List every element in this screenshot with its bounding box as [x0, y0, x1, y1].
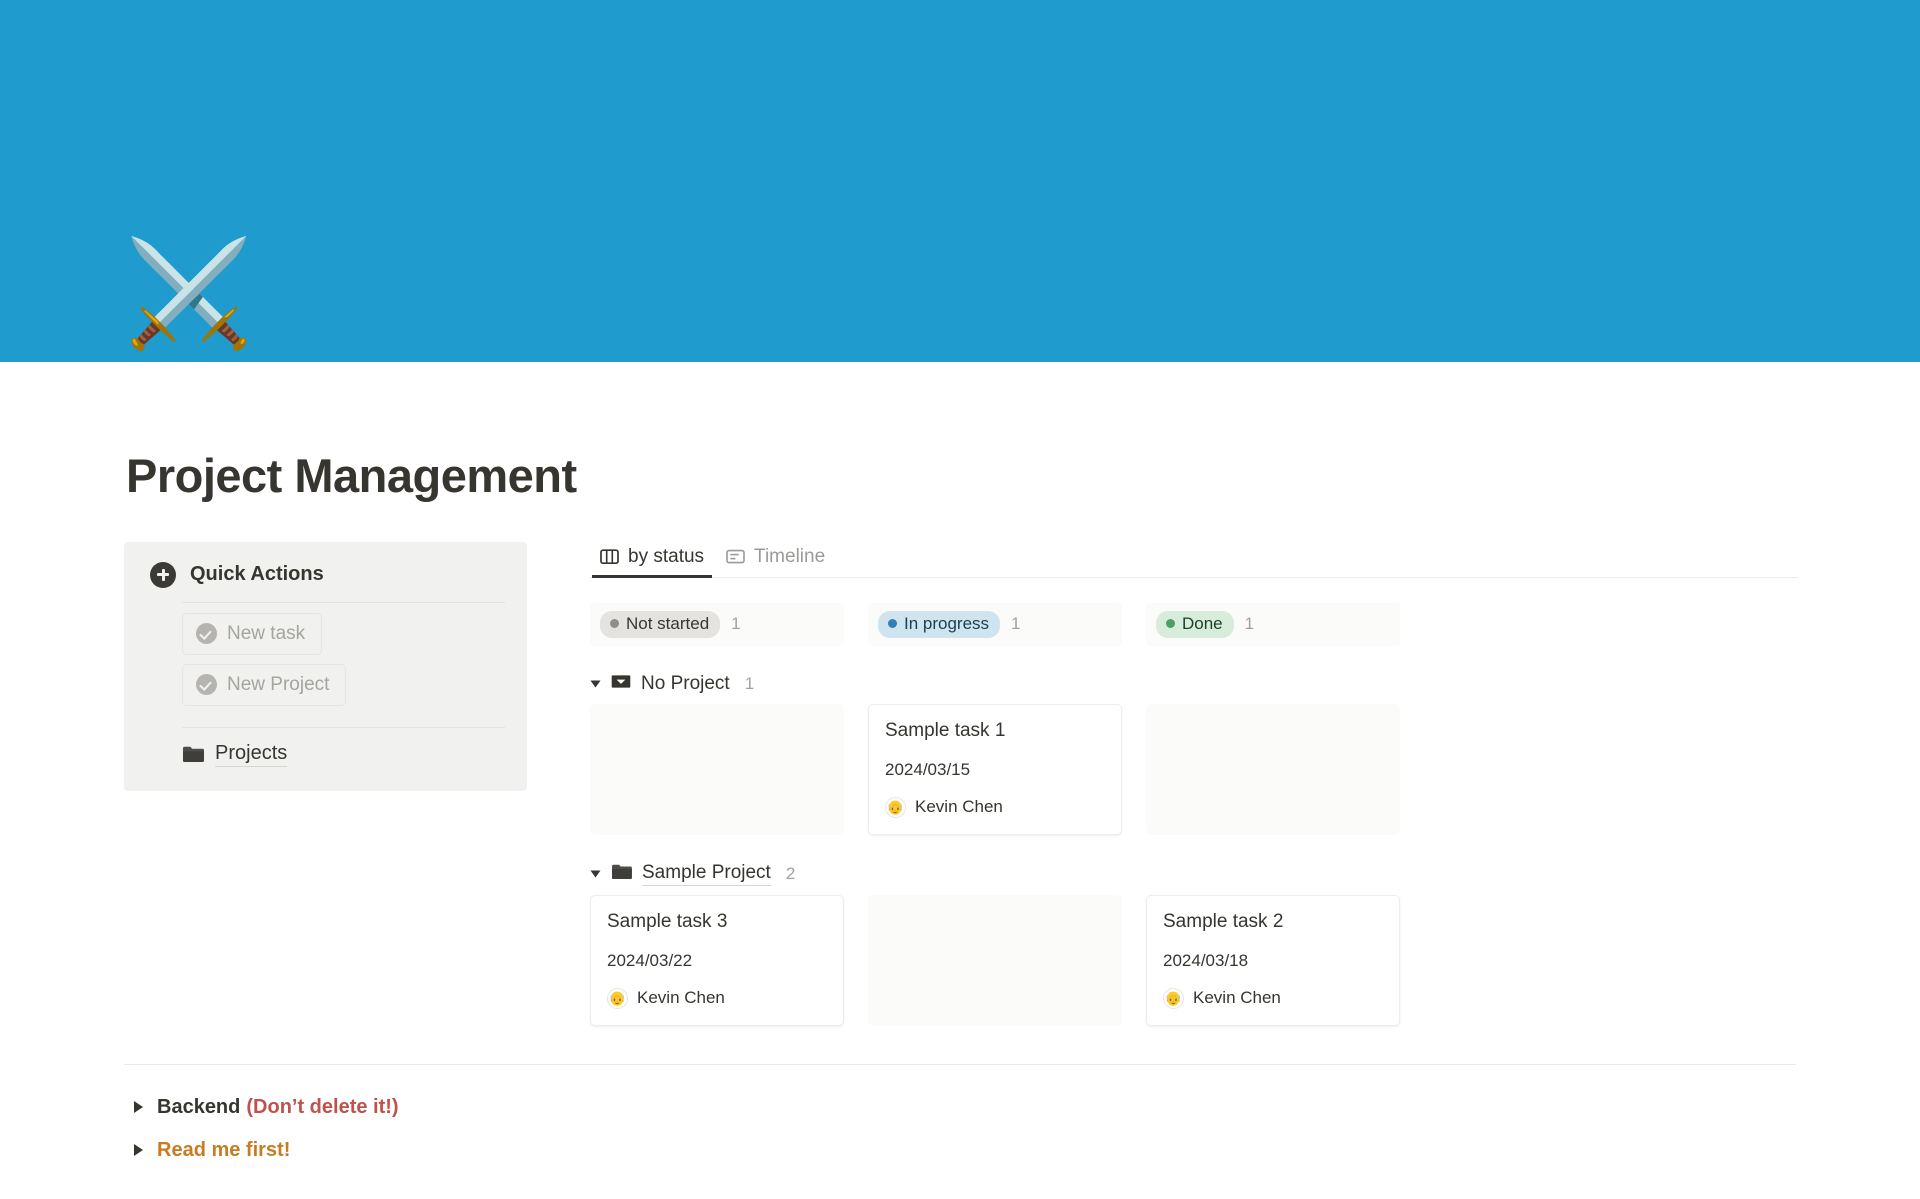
- new-task-button[interactable]: New task: [182, 613, 322, 655]
- avatar: 👴: [885, 797, 906, 818]
- lane-done[interactable]: Sample task 2 2024/03/18 👴 Kevin Chen: [1146, 895, 1400, 1026]
- task-title: Sample task 1: [885, 720, 1105, 742]
- toggle-read-me-first-label: Read me first!: [157, 1139, 290, 1162]
- task-date: 2024/03/15: [885, 760, 1105, 780]
- tab-by-status-label: by status: [628, 546, 704, 568]
- assignee-name: Kevin Chen: [915, 797, 1003, 817]
- toggle-read-me-first[interactable]: Read me first!: [124, 1134, 1796, 1167]
- group-count: 1: [745, 674, 754, 694]
- crossed-swords-icon[interactable]: ⚔️: [124, 242, 254, 346]
- quick-actions-title: Quick Actions: [190, 563, 324, 586]
- toggle-backend-label: Backend: [157, 1096, 240, 1119]
- toggle-backend[interactable]: Backend (Don’t delete it!): [124, 1091, 1796, 1124]
- toggle-backend-warning: (Don’t delete it!): [246, 1096, 398, 1119]
- status-dot-icon: [888, 619, 897, 628]
- quick-actions-panel: Quick Actions New task New Project: [124, 542, 527, 791]
- expand-triangle-icon[interactable]: [134, 1101, 143, 1113]
- collapse-triangle-icon[interactable]: [591, 870, 601, 877]
- lane-row-sample-project: Sample task 3 2024/03/22 👴 Kevin Chen Sa…: [590, 895, 1798, 1026]
- group-name[interactable]: Sample Project: [642, 862, 771, 886]
- page-title: Project Management: [0, 362, 1920, 502]
- expand-triangle-icon[interactable]: [134, 1144, 143, 1156]
- status-header-row: Not started 1 In progress 1 Done: [590, 603, 1798, 646]
- status-badge: Done: [1156, 611, 1234, 638]
- folder-icon: [182, 745, 204, 763]
- page-body: ⚔️ Project Management Quick Actions New …: [0, 362, 1920, 1167]
- task-title: Sample task 3: [607, 911, 827, 933]
- status-badge: Not started: [600, 611, 720, 638]
- new-task-label: New task: [227, 623, 305, 645]
- status-label: Done: [1182, 614, 1223, 634]
- folder-icon: [611, 863, 632, 885]
- lane-not-started[interactable]: [590, 704, 844, 835]
- lane-in-progress[interactable]: Sample task 1 2024/03/15 👴 Kevin Chen: [868, 704, 1122, 835]
- status-label: In progress: [904, 614, 989, 634]
- content-columns: Quick Actions New task New Project: [0, 502, 1920, 1026]
- board-columns-icon: [600, 548, 619, 565]
- timeline-icon: [726, 548, 745, 565]
- assignee-name: Kevin Chen: [1193, 988, 1281, 1008]
- projects-link-row[interactable]: Projects: [146, 742, 505, 767]
- view-tabs: by status Timeline: [590, 542, 1798, 578]
- task-date: 2024/03/22: [607, 951, 827, 971]
- page-cover-banner: [0, 0, 1920, 362]
- task-title: Sample task 2: [1163, 911, 1383, 933]
- projects-link-label[interactable]: Projects: [215, 742, 287, 767]
- status-count: 1: [1011, 614, 1020, 634]
- assignee-name: Kevin Chen: [637, 988, 725, 1008]
- status-badge: In progress: [878, 611, 1000, 638]
- task-assignee: 👴 Kevin Chen: [1163, 988, 1383, 1009]
- status-column-header[interactable]: Done 1: [1146, 603, 1400, 646]
- status-column-header[interactable]: Not started 1: [590, 603, 844, 646]
- lane-done[interactable]: [1146, 704, 1400, 835]
- task-assignee: 👴 Kevin Chen: [607, 988, 827, 1009]
- plus-circle-icon[interactable]: [150, 562, 176, 588]
- group-count: 2: [786, 864, 795, 884]
- lane-in-progress[interactable]: [868, 895, 1122, 1026]
- task-card[interactable]: Sample task 1 2024/03/15 👴 Kevin Chen: [868, 704, 1122, 835]
- quick-actions-divider-bottom: [182, 727, 505, 728]
- task-card[interactable]: Sample task 2 2024/03/18 👴 Kevin Chen: [1146, 895, 1400, 1026]
- task-date: 2024/03/18: [1163, 951, 1383, 971]
- status-column-header[interactable]: In progress 1: [868, 603, 1122, 646]
- new-project-label: New Project: [227, 674, 329, 696]
- group-header-sample-project: Sample Project 2: [592, 862, 1798, 886]
- status-dot-icon: [610, 619, 619, 628]
- inbox-icon: [611, 673, 631, 695]
- lane-not-started[interactable]: Sample task 3 2024/03/22 👴 Kevin Chen: [590, 895, 844, 1026]
- tab-by-status[interactable]: by status: [592, 542, 712, 577]
- footer-toggles: Backend (Don’t delete it!) Read me first…: [124, 1064, 1796, 1167]
- status-label: Not started: [626, 614, 709, 634]
- new-project-button[interactable]: New Project: [182, 664, 346, 706]
- avatar: 👴: [607, 988, 628, 1009]
- quick-actions-buttons: New task New Project: [146, 613, 505, 715]
- tab-timeline-label: Timeline: [754, 546, 825, 568]
- task-assignee: 👴 Kevin Chen: [885, 797, 1105, 818]
- check-circle-icon: [196, 623, 217, 644]
- check-circle-icon: [196, 674, 217, 695]
- tab-timeline[interactable]: Timeline: [718, 542, 833, 577]
- lane-row-no-project: Sample task 1 2024/03/15 👴 Kevin Chen: [590, 704, 1798, 835]
- group-header-no-project: No Project 1: [592, 673, 1798, 695]
- group-name: No Project: [641, 673, 730, 695]
- avatar: 👴: [1163, 988, 1184, 1009]
- quick-actions-header: Quick Actions: [146, 562, 505, 588]
- quick-actions-divider-top: [182, 602, 505, 603]
- task-card[interactable]: Sample task 3 2024/03/22 👴 Kevin Chen: [590, 895, 844, 1026]
- status-count: 1: [1245, 614, 1254, 634]
- board-region: by status Timeline: [590, 542, 1920, 1026]
- status-count: 1: [731, 614, 740, 634]
- status-dot-icon: [1166, 619, 1175, 628]
- collapse-triangle-icon[interactable]: [591, 680, 601, 687]
